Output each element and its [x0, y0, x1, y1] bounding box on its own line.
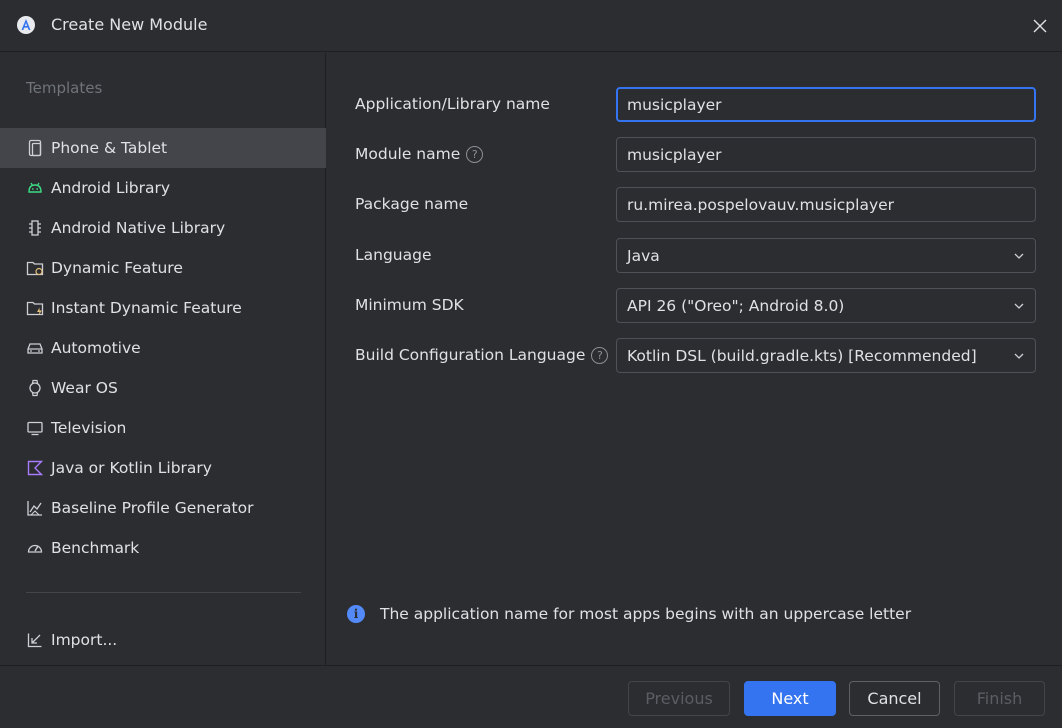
min-sdk-select[interactable]: API 26 ("Oreo"; Android 8.0): [616, 288, 1036, 323]
previous-button[interactable]: Previous: [628, 681, 730, 716]
sidebar-item-label: Automotive: [51, 339, 141, 357]
import-button[interactable]: Import...: [0, 620, 326, 660]
title-bar: Create New Module: [0, 0, 1062, 52]
templates-sidebar: Templates Phone & Tablet Android Library…: [0, 53, 326, 665]
chevron-down-icon: [1014, 353, 1024, 359]
sidebar-item-label: Benchmark: [51, 539, 140, 557]
package-name-label: Package name: [355, 195, 469, 213]
sidebar-item-instant-dynamic-feature[interactable]: Instant Dynamic Feature: [0, 288, 326, 328]
sidebar-item-android-native-library[interactable]: Android Native Library: [0, 208, 326, 248]
instant-folder-icon: [26, 299, 44, 317]
validation-message: i The application name for most apps beg…: [347, 605, 911, 623]
android-icon: [26, 179, 44, 197]
sidebar-item-wear-os[interactable]: Wear OS: [0, 368, 326, 408]
sidebar-item-label: Dynamic Feature: [51, 259, 183, 277]
info-icon: i: [347, 605, 365, 623]
phone-tablet-icon: [26, 139, 44, 157]
dialog-footer: Previous Next Cancel Finish: [0, 665, 1062, 728]
language-select[interactable]: Java: [616, 238, 1036, 273]
sidebar-item-automotive[interactable]: Automotive: [0, 328, 326, 368]
dynamic-folder-icon: [26, 259, 44, 277]
cancel-button[interactable]: Cancel: [849, 681, 940, 716]
next-button[interactable]: Next: [744, 681, 836, 716]
sidebar-item-label: Instant Dynamic Feature: [51, 299, 242, 317]
package-name-input[interactable]: ru.mirea.pospelovauv.musicplayer: [616, 187, 1036, 222]
sidebar-item-android-library[interactable]: Android Library: [0, 168, 326, 208]
module-name-label: Module name?: [355, 145, 484, 163]
sidebar-item-phone-tablet[interactable]: Phone & Tablet: [0, 128, 326, 168]
tv-icon: [26, 419, 44, 437]
sidebar-item-java-kotlin-library[interactable]: Java or Kotlin Library: [0, 448, 326, 488]
sidebar-item-label: Baseline Profile Generator: [51, 499, 254, 517]
window-title: Create New Module: [51, 15, 208, 34]
kotlin-icon: [26, 459, 44, 477]
profile-chart-icon: [26, 499, 44, 517]
sidebar-item-dynamic-feature[interactable]: Dynamic Feature: [0, 248, 326, 288]
app-name-label: Application/Library name: [355, 95, 550, 113]
module-name-input[interactable]: musicplayer: [616, 137, 1036, 172]
finish-button[interactable]: Finish: [954, 681, 1045, 716]
gauge-icon: [26, 539, 44, 557]
close-icon[interactable]: [1030, 16, 1050, 36]
android-studio-logo-icon: [17, 16, 35, 34]
sidebar-item-label: Android Library: [51, 179, 171, 197]
language-label: Language: [355, 246, 432, 264]
sidebar-item-baseline-profile-generator[interactable]: Baseline Profile Generator: [0, 488, 326, 528]
watch-icon: [26, 379, 44, 397]
build-config-select[interactable]: Kotlin DSL (build.gradle.kts) [Recommend…: [616, 338, 1036, 373]
sidebar-item-label: Television: [51, 419, 127, 437]
app-name-input[interactable]: musicplayer: [616, 87, 1036, 122]
sidebar-item-benchmark[interactable]: Benchmark: [0, 528, 326, 568]
min-sdk-label: Minimum SDK: [355, 296, 464, 314]
help-icon[interactable]: ?: [591, 346, 609, 364]
sidebar-divider: [26, 592, 301, 593]
sidebar-item-label: Wear OS: [51, 379, 118, 397]
car-icon: [26, 339, 44, 357]
help-icon[interactable]: ?: [466, 145, 484, 163]
build-config-label: Build Configuration Language?: [355, 346, 609, 364]
import-label: Import...: [51, 631, 118, 649]
import-arrow-icon: [26, 631, 44, 649]
sidebar-item-television[interactable]: Television: [0, 408, 326, 448]
sidebar-item-label: Phone & Tablet: [51, 139, 168, 157]
chevron-down-icon: [1014, 303, 1024, 309]
validation-text: The application name for most apps begin…: [380, 605, 912, 623]
native-chip-icon: [26, 219, 44, 237]
sidebar-item-label: Java or Kotlin Library: [51, 459, 212, 477]
templates-heading: Templates: [26, 79, 103, 97]
sidebar-item-label: Android Native Library: [51, 219, 226, 237]
chevron-down-icon: [1014, 253, 1024, 259]
module-form: Application/Library name musicplayer Mod…: [327, 53, 1062, 665]
